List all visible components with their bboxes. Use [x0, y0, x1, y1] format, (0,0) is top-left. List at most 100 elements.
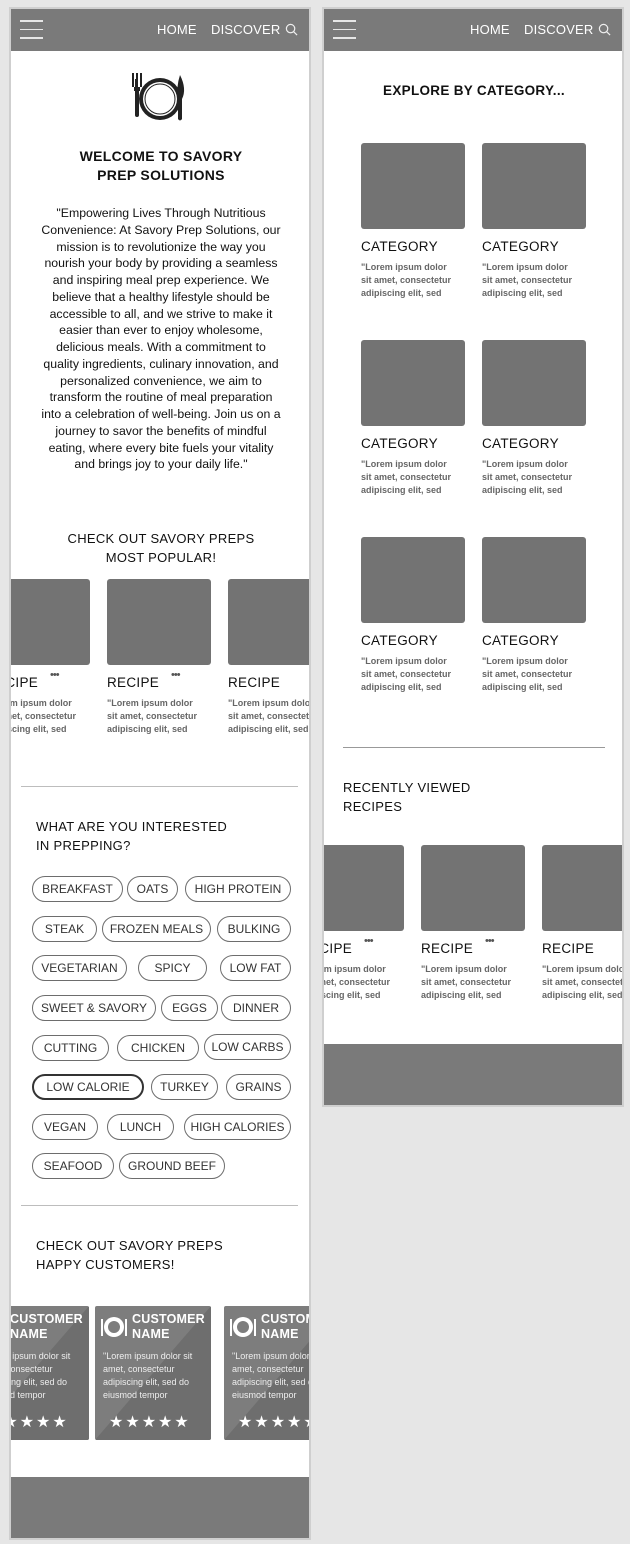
customers-heading: CHECK OUT SAVORY PREPS HAPPY CUSTOMERS!	[36, 1236, 276, 1274]
category-title: CATEGORY	[361, 633, 438, 648]
recipe-description: "Lorem ipsum dolor sit amet, consectetur…	[9, 698, 77, 734]
tag-chip[interactable]: BREAKFAST	[32, 876, 123, 902]
category-thumbnail	[361, 143, 465, 229]
category-title: CATEGORY	[482, 436, 559, 451]
hamburger-menu-icon[interactable]	[333, 20, 356, 39]
popular-heading: CHECK OUT SAVORY PREPS MOST POPULAR!	[31, 529, 291, 567]
tag-chip[interactable]: SPICY	[138, 955, 207, 981]
star-rating: ★★★★★	[238, 1414, 309, 1431]
search-icon[interactable]	[598, 23, 611, 36]
tag-chip[interactable]: FROZEN MEALS	[102, 916, 211, 942]
section-divider	[343, 747, 605, 748]
recipe-title: RECIPE	[542, 941, 595, 956]
tag-chip[interactable]: STEAK	[32, 916, 97, 942]
recipe-thumbnail	[324, 845, 404, 931]
popular-recipe-card[interactable]: RECIPE "Lorem ipsum dolor sit amet, cons…	[228, 579, 309, 736]
popular-recipe-card[interactable]: ••• RECIPE "Lorem ipsum dolor sit amet, …	[9, 579, 90, 736]
customers-line-2: HAPPY CUSTOMERS!	[36, 1257, 175, 1272]
category-card[interactable]: CATEGORY "Lorem ipsum dolor sit amet, co…	[482, 143, 586, 300]
category-description: "Lorem ipsum dolor sit amet, consectetur…	[482, 459, 573, 495]
more-dots-icon[interactable]: •••	[171, 669, 181, 681]
section-divider	[21, 1205, 298, 1206]
tag-chip[interactable]: CUTTING	[32, 1035, 109, 1061]
recent-heading: RECENTLY VIEWED RECIPES	[343, 778, 543, 816]
tag-chip[interactable]: CHICKEN	[117, 1035, 199, 1061]
more-dots-icon[interactable]: •••	[485, 935, 495, 947]
popular-recipe-card[interactable]: ••• RECIPE "Lorem ipsum dolor sit amet, …	[107, 579, 211, 736]
category-description: "Lorem ipsum dolor sit amet, consectetur…	[361, 262, 452, 298]
recent-recipe-card[interactable]: RECIPE "Lorem ipsum dolor sit amet, cons…	[542, 845, 624, 1002]
category-card[interactable]: CATEGORY "Lorem ipsum dolor sit amet, co…	[361, 537, 465, 694]
tag-chip[interactable]: LOW FAT	[220, 955, 291, 981]
tag-chip[interactable]: GROUND BEEF	[119, 1153, 225, 1179]
customer-name: CUSTOMER NAME	[132, 1312, 205, 1341]
recipe-title: RECIPE	[421, 941, 474, 956]
tag-chip[interactable]: VEGETARIAN	[32, 955, 127, 981]
plate-icon	[101, 1317, 127, 1337]
tag-chip[interactable]: OATS	[127, 876, 178, 902]
welcome-line-2: PREP SOLUTIONS	[97, 167, 225, 183]
tag-chip[interactable]: SWEET & SAVORY	[32, 995, 156, 1021]
tag-chip[interactable]: BULKING	[217, 916, 291, 942]
category-thumbnail	[482, 340, 586, 426]
popular-line-1: CHECK OUT SAVORY PREPS	[67, 531, 255, 546]
customer-quote: "Lorem ipsum dolor sit amet, consectetur…	[9, 1351, 71, 1400]
explore-heading: EXPLORE BY CATEGORY...	[383, 83, 565, 98]
tag-chip[interactable]: LOW CARBS	[204, 1034, 291, 1060]
recipe-description: "Lorem ipsum dolor sit amet, consectetur…	[542, 964, 624, 1000]
recipe-thumbnail	[107, 579, 211, 665]
recipe-thumbnail	[542, 845, 622, 931]
tag-chip-selected[interactable]: LOW CALORIE	[32, 1074, 144, 1100]
footer	[324, 1044, 622, 1105]
customer-name: CUSTOMER NAME	[10, 1312, 83, 1341]
category-thumbnail	[361, 340, 465, 426]
hamburger-menu-icon[interactable]	[20, 20, 43, 39]
recipe-thumbnail	[11, 579, 90, 665]
category-thumbnail	[361, 537, 465, 623]
category-thumbnail	[482, 537, 586, 623]
category-title: CATEGORY	[361, 239, 438, 254]
customer-quote: "Lorem ipsum dolor sit amet, consectetur…	[232, 1351, 310, 1400]
recent-recipe-card[interactable]: ••• RECIPE "Lorem ipsum dolor sit amet, …	[324, 845, 404, 1002]
mission-statement: "Empowering Lives Through Nutritious Con…	[41, 206, 281, 472]
tag-chip[interactable]: TURKEY	[151, 1074, 218, 1100]
category-card[interactable]: CATEGORY "Lorem ipsum dolor sit amet, co…	[361, 340, 465, 497]
tag-chip[interactable]: SEAFOOD	[32, 1153, 114, 1179]
interest-line-2: IN PREPPING?	[36, 838, 131, 853]
footer	[11, 1477, 309, 1538]
customers-line-1: CHECK OUT SAVORY PREPS	[36, 1238, 223, 1253]
tag-chip[interactable]: EGGS	[161, 995, 218, 1021]
recipe-description: "Lorem ipsum dolor sit amet, consectetur…	[421, 964, 512, 1000]
recent-recipe-card[interactable]: ••• RECIPE "Lorem ipsum dolor sit amet, …	[421, 845, 525, 1002]
tag-chip[interactable]: GRAINS	[226, 1074, 291, 1100]
home-screen: HOME DISCOVER WELCOME TO SAVORY PREP SOL…	[9, 7, 311, 1540]
testimonial-card[interactable]: CUSTOMER NAME "Lorem ipsum dolor sit ame…	[95, 1306, 211, 1440]
category-card[interactable]: CATEGORY "Lorem ipsum dolor sit amet, co…	[361, 143, 465, 300]
category-card[interactable]: CATEGORY "Lorem ipsum dolor sit amet, co…	[482, 537, 586, 694]
star-rating: ★★★★★	[11, 1414, 69, 1431]
category-description: "Lorem ipsum dolor sit amet, consectetur…	[482, 262, 573, 298]
tag-chip[interactable]: DINNER	[221, 995, 291, 1021]
category-description: "Lorem ipsum dolor sit amet, consectetur…	[482, 656, 573, 692]
customer-name: CUSTOMER NAME	[261, 1312, 309, 1341]
nav-home-link[interactable]: HOME	[157, 22, 197, 37]
nav-discover-link[interactable]: DISCOVER	[524, 22, 594, 37]
interest-line-1: WHAT ARE YOU INTERESTED	[36, 819, 228, 834]
testimonial-card[interactable]: CUSTOMER NAME "Lorem ipsum dolor sit ame…	[9, 1306, 89, 1440]
more-dots-icon[interactable]: •••	[50, 669, 60, 681]
tag-chip[interactable]: VEGAN	[32, 1114, 98, 1140]
nav-home-link[interactable]: HOME	[470, 22, 510, 37]
tag-chip[interactable]: LUNCH	[107, 1114, 174, 1140]
recipe-thumbnail	[228, 579, 309, 665]
tag-chip[interactable]: HIGH CALORIES	[184, 1114, 291, 1140]
popular-line-2: MOST POPULAR!	[105, 550, 217, 565]
tag-chip[interactable]: HIGH PROTEIN	[185, 876, 291, 902]
nav-discover-link[interactable]: DISCOVER	[211, 22, 281, 37]
recipe-thumbnail	[421, 845, 525, 931]
more-dots-icon[interactable]: •••	[364, 935, 374, 947]
category-thumbnail	[482, 143, 586, 229]
logo-plate-icon	[132, 73, 185, 121]
testimonial-card[interactable]: CUSTOMER NAME "Lorem ipsum dolor sit ame…	[224, 1306, 310, 1440]
search-icon[interactable]	[285, 23, 298, 36]
category-card[interactable]: CATEGORY "Lorem ipsum dolor sit amet, co…	[482, 340, 586, 497]
